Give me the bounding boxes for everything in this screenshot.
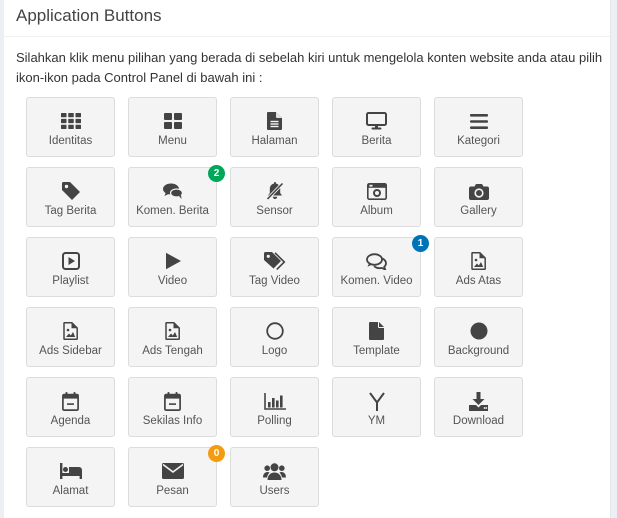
page-title: Application Buttons — [16, 6, 162, 25]
grid-icon — [27, 111, 114, 131]
button-label: YM — [367, 415, 386, 427]
monitor-icon — [333, 111, 420, 131]
album-button[interactable]: Album — [332, 167, 421, 227]
bars-icon — [435, 111, 522, 131]
playlist-button[interactable]: Playlist — [26, 237, 115, 297]
file-icon — [333, 321, 420, 341]
button-label: Identitas — [48, 135, 93, 147]
button-label: Logo — [261, 345, 288, 357]
button-label: Background — [447, 345, 510, 357]
template-button[interactable]: Template — [332, 307, 421, 367]
kategori-button[interactable]: Kategori — [434, 97, 523, 157]
logo-button[interactable]: Logo — [230, 307, 319, 367]
users-icon — [231, 461, 318, 481]
button-label: Album — [360, 205, 393, 217]
button-label: Agenda — [50, 415, 91, 427]
button-label: Ads Sidebar — [39, 345, 102, 357]
identitas-button[interactable]: Identitas — [26, 97, 115, 157]
button-label: Halaman — [251, 135, 298, 147]
envelope-icon — [129, 461, 216, 481]
camera-retro-icon — [333, 181, 420, 201]
title-divider — [4, 36, 610, 37]
file-text-icon — [231, 111, 318, 131]
th-large-icon — [129, 111, 216, 131]
ads-tengah-button[interactable]: Ads Tengah — [128, 307, 217, 367]
intro-text: Silahkan klik menu pilihan yang berada d… — [16, 50, 603, 85]
button-label: Download — [452, 415, 505, 427]
calendar-icon — [129, 391, 216, 411]
ads-sidebar-button[interactable]: Ads Sidebar — [26, 307, 115, 367]
button-label: Video — [157, 275, 188, 287]
button-label: Template — [353, 345, 400, 357]
alamat-button[interactable]: Alamat — [26, 447, 115, 507]
comments-icon — [129, 181, 216, 201]
komen-video-button[interactable]: Komen. Video 1 — [332, 235, 429, 297]
button-label: Komen. Video — [340, 275, 413, 287]
bed-icon — [27, 461, 114, 481]
komen-berita-button[interactable]: Komen. Berita 2 — [128, 165, 225, 227]
ym-button[interactable]: YM — [332, 377, 421, 437]
button-label: Kategori — [457, 135, 500, 147]
polling-button[interactable]: Polling — [230, 377, 319, 437]
play-icon — [129, 251, 216, 271]
button-label: Berita — [361, 135, 392, 147]
image-file-icon — [129, 321, 216, 341]
circle-outline-icon — [231, 321, 318, 341]
yahoo-icon — [333, 391, 420, 411]
button-label: Playlist — [52, 275, 89, 287]
image-file-icon — [27, 321, 114, 341]
tag-berita-button[interactable]: Tag Berita — [26, 167, 115, 227]
button-label: Sensor — [256, 205, 293, 217]
comments-outline-icon — [333, 251, 420, 271]
button-label: Ads Tengah — [142, 345, 203, 357]
sensor-button[interactable]: Sensor — [230, 167, 319, 227]
tag-icon — [27, 181, 114, 201]
background-button[interactable]: Background — [434, 307, 523, 367]
video-button[interactable]: Video — [128, 237, 217, 297]
count-badge: 0 — [208, 445, 225, 462]
ads-atas-button[interactable]: Ads Atas — [434, 237, 523, 297]
bell-slash-icon — [231, 181, 318, 201]
pesan-button[interactable]: Pesan 0 — [128, 445, 225, 507]
button-label: Pesan — [156, 485, 189, 497]
tags-icon — [231, 251, 318, 271]
count-badge: 1 — [412, 235, 429, 252]
button-label: Tag Berita — [44, 205, 97, 217]
menu-button[interactable]: Menu — [128, 97, 217, 157]
users-button[interactable]: Users — [230, 447, 319, 507]
camera-icon — [435, 181, 522, 201]
halaman-button[interactable]: Halaman — [230, 97, 319, 157]
gallery-button[interactable]: Gallery — [434, 167, 523, 227]
count-badge: 2 — [208, 165, 225, 182]
button-label: Polling — [257, 415, 292, 427]
download-icon — [435, 391, 522, 411]
tag-video-button[interactable]: Tag Video — [230, 237, 319, 297]
sekilas-info-button[interactable]: Sekilas Info — [128, 377, 217, 437]
button-label: Komen. Berita — [136, 205, 209, 217]
play-square-icon — [27, 251, 114, 271]
image-file-icon — [435, 251, 522, 271]
calendar-icon — [27, 391, 114, 411]
button-label: Tag Video — [249, 275, 300, 287]
button-label: Gallery — [460, 205, 497, 217]
download-button[interactable]: Download — [434, 377, 523, 437]
button-label: Alamat — [52, 485, 89, 497]
button-label: Menu — [158, 135, 187, 147]
button-label: Sekilas Info — [142, 415, 203, 427]
button-label: Users — [259, 485, 290, 497]
berita-button[interactable]: Berita — [332, 97, 421, 157]
application-buttons-grid: Identitas Menu Halaman Berita Kategori Tag B… — [26, 97, 523, 507]
agenda-button[interactable]: Agenda — [26, 377, 115, 437]
bar-chart-icon — [231, 391, 318, 411]
button-label: Ads Atas — [455, 275, 502, 287]
circle-icon — [435, 321, 522, 341]
